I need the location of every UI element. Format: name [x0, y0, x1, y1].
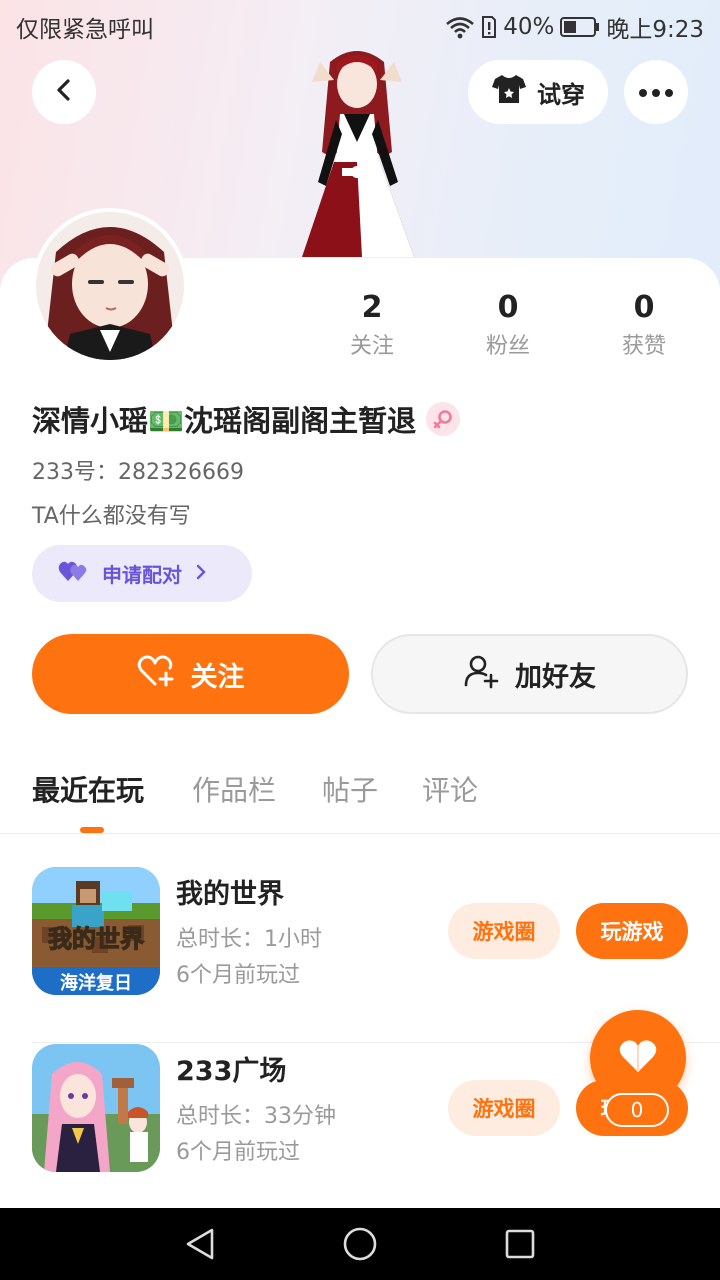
avatar-image: [36, 212, 184, 360]
avatar-character-figure[interactable]: [282, 42, 432, 262]
follow-label: 关注: [190, 661, 245, 693]
chevron-left-icon: [52, 78, 76, 106]
stat-likes[interactable]: 0 获赞: [589, 288, 699, 366]
game-circle-button[interactable]: 游戏圈: [448, 1080, 560, 1136]
user-name: 深情小瑶💵沈瑶阁副阁主暂退: [32, 404, 417, 438]
nav-back-triangle-icon[interactable]: [180, 1224, 220, 1264]
follow-button[interactable]: 关注: [32, 634, 349, 714]
wifi-icon: [445, 15, 475, 39]
tab-posts[interactable]: 帖子: [322, 770, 378, 812]
add-friend-button[interactable]: 加好友: [371, 634, 688, 714]
game-name: 233广场: [176, 1056, 287, 1087]
stat-fans-value: 0: [497, 290, 519, 325]
more-dots-icon: [638, 83, 674, 102]
double-heart-icon: [58, 559, 90, 588]
like-count-badge: 0: [605, 1093, 669, 1127]
female-gender-icon: [426, 402, 461, 436]
game-circle-button[interactable]: 游戏圈: [448, 903, 560, 959]
stat-likes-value: 0: [633, 290, 655, 325]
stat-fans-label: 粉丝: [485, 334, 530, 359]
nav-recents-square-icon[interactable]: [500, 1224, 540, 1264]
back-button[interactable]: [32, 60, 96, 124]
active-tab-indicator: [80, 827, 104, 833]
profile-tabs: 最近在玩 作品栏 帖子 评论: [0, 770, 720, 834]
heart-icon: [618, 1038, 658, 1078]
floating-like-button[interactable]: [590, 1010, 686, 1106]
game-icon-title: 我的世界: [48, 925, 144, 953]
game-duration: 总时长：1小时: [176, 927, 322, 952]
user-id: 233号：282326669: [32, 460, 244, 485]
game-icon-subtitle: 海洋复日: [60, 972, 132, 994]
clock: 晚上9:23: [606, 17, 704, 43]
tab-recently-played[interactable]: 最近在玩: [32, 770, 144, 812]
request-match-button[interactable]: 申请配对: [32, 545, 252, 602]
play-game-button[interactable]: 玩游戏: [576, 903, 688, 959]
name-row: 深情小瑶💵沈瑶阁副阁主暂退: [32, 398, 461, 440]
avatar[interactable]: [32, 208, 188, 364]
stat-following-label: 关注: [349, 334, 394, 359]
battery-percent: 40%: [503, 14, 555, 40]
tshirt-icon: [491, 73, 527, 111]
user-bio: TA什么都没有写: [32, 504, 191, 529]
more-options-button[interactable]: [624, 60, 688, 124]
stat-fans[interactable]: 0 粉丝: [453, 288, 563, 366]
tab-comments[interactable]: 评论: [422, 770, 478, 812]
status-right: 40% 晚上9:23: [445, 10, 704, 44]
game-icon-233-square[interactable]: [32, 1044, 160, 1172]
chevron-right-icon: [194, 562, 208, 586]
stat-following[interactable]: 2 关注: [317, 288, 427, 366]
heart-plus-icon: [137, 654, 175, 695]
carrier-text: 仅限紧急呼叫: [16, 17, 154, 43]
game-last-played: 6个月前玩过: [176, 963, 300, 988]
try-on-button[interactable]: 试穿: [468, 60, 608, 124]
add-friend-label: 加好友: [515, 661, 596, 693]
request-match-label: 申请配对: [102, 563, 182, 587]
game-last-played: 6个月前玩过: [176, 1140, 300, 1165]
stat-likes-label: 获赞: [621, 334, 666, 359]
add-user-icon: [463, 653, 499, 696]
game-icon-minecraft[interactable]: 我的世界 海洋复日: [32, 867, 160, 995]
battery-icon: [560, 16, 600, 38]
try-on-label: 试穿: [537, 80, 585, 109]
system-navigation-bar: [0, 1208, 720, 1280]
stat-following-value: 2: [361, 290, 383, 325]
sim-alert-icon: [481, 15, 497, 39]
tab-works[interactable]: 作品栏: [192, 770, 276, 812]
game-duration: 总时长：33分钟: [176, 1104, 336, 1129]
nav-home-circle-icon[interactable]: [340, 1224, 380, 1264]
game-name: 我的世界: [176, 879, 284, 910]
